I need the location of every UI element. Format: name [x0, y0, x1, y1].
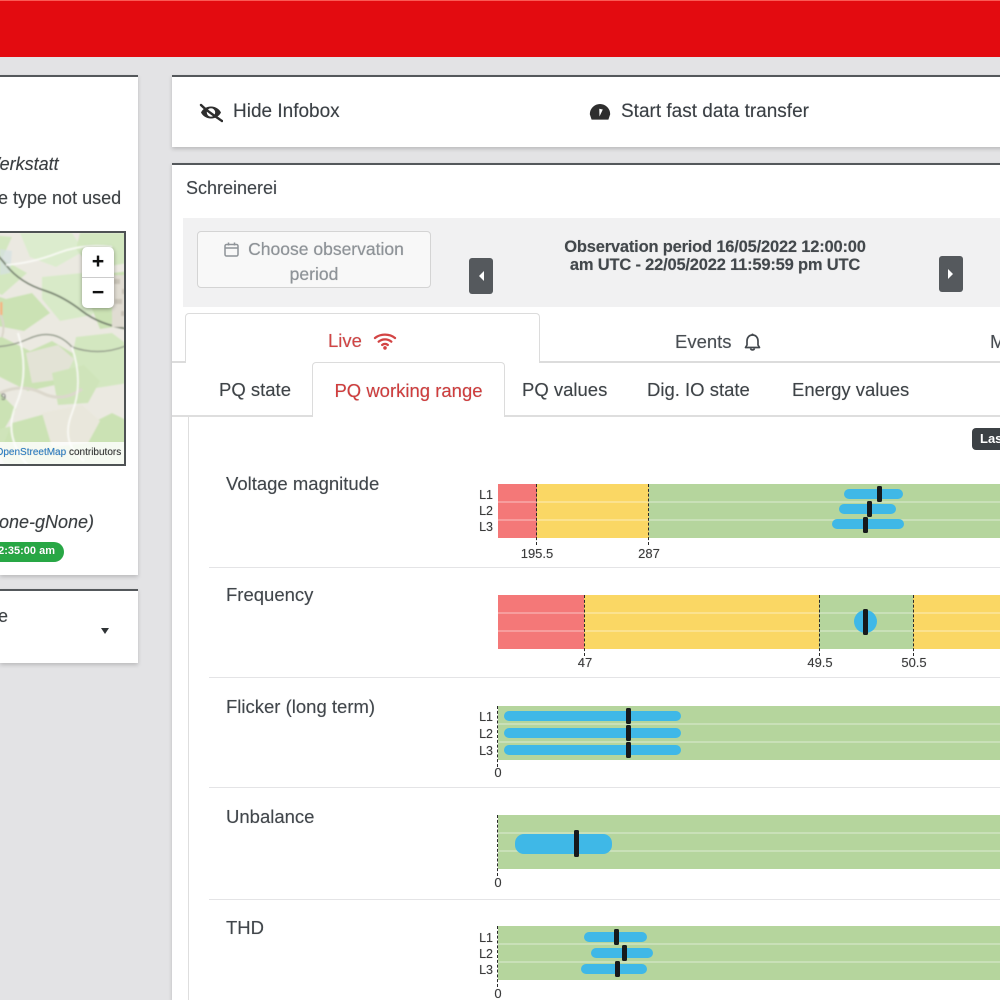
svg-text:9: 9 [1, 392, 6, 402]
